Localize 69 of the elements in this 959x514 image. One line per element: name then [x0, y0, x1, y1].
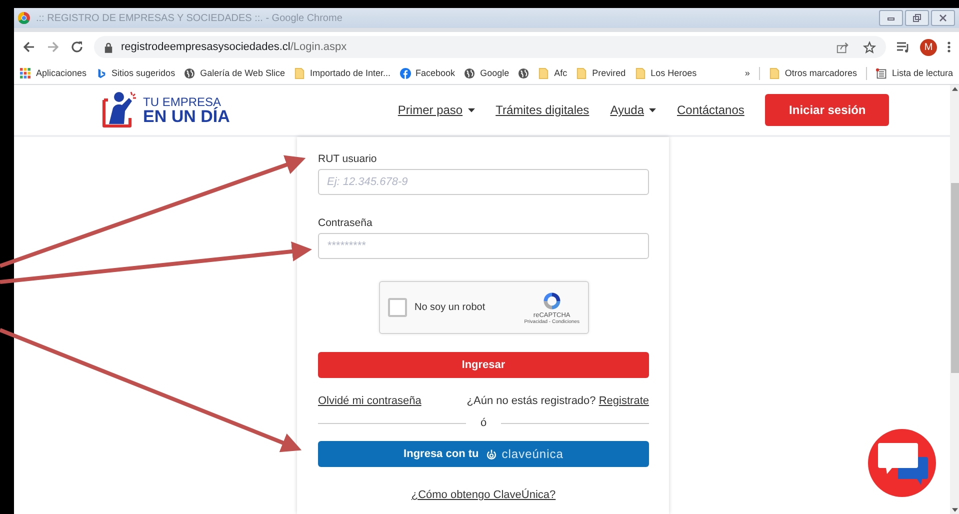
share-icon[interactable]: [836, 40, 849, 54]
bookmark-item[interactable]: Afc: [538, 68, 568, 78]
bing-logo-icon: [96, 68, 107, 78]
reading-list-button[interactable]: Lista de lectura: [876, 68, 953, 78]
captcha-label: No soy un robot: [414, 302, 486, 313]
menu-icon[interactable]: [947, 40, 951, 54]
browser-logo-icon: [18, 12, 30, 24]
forgot-password-link[interactable]: Olvidé mi contraseña: [318, 395, 422, 407]
register-prompt: ¿Aún no estás registrado?: [466, 395, 596, 407]
bookmark-item[interactable]: Aplicaciones: [20, 68, 87, 78]
playlist-icon[interactable]: [896, 40, 910, 54]
globe-icon: [518, 68, 530, 78]
submit-button[interactable]: Ingresar: [318, 352, 649, 378]
nav-link[interactable]: Ayuda: [610, 103, 656, 117]
profile-avatar[interactable]: M: [920, 38, 937, 56]
folder-icon: [576, 68, 588, 78]
bookmark-item[interactable]: Facebook: [400, 68, 456, 78]
apps-grid-icon: [20, 68, 31, 78]
url-text: registrodeempresasysociedades.cl/Login.aspx: [121, 41, 347, 53]
logo-text: TU EMPRESA: [143, 96, 222, 108]
scrollbar[interactable]: [950, 85, 959, 514]
close-icon: [938, 13, 948, 23]
password-input-field[interactable]: *********: [318, 233, 649, 259]
bookmark-item[interactable]: Previred: [576, 68, 626, 78]
window-title: .:: REGISTRO DE EMPRESAS Y SOCIEDADES ::. - Google Chrome: [36, 12, 342, 24]
caret-icon: [468, 108, 475, 112]
more-bookmarks-button[interactable]: »: [744, 68, 750, 78]
caret-icon: [649, 108, 656, 112]
minimize-button[interactable]: [879, 10, 903, 26]
register-link[interactable]: Registrate: [598, 395, 649, 407]
folder-icon: [634, 68, 646, 78]
power-icon: [486, 448, 497, 460]
bookmark-item[interactable]: Los Heroes: [634, 68, 697, 78]
claveunica-help-link[interactable]: ¿Cómo obtengo ClaveÚnica?: [411, 489, 556, 501]
reload-icon[interactable]: [70, 40, 84, 54]
nav-link[interactable]: Primer paso: [398, 103, 475, 117]
globe-icon: [184, 68, 196, 78]
bookmark-item[interactable]: Google: [464, 68, 510, 78]
login-button[interactable]: Iniciar sesión: [765, 94, 890, 126]
rut-input-field[interactable]: Ej: 12.345.678-9: [318, 169, 649, 195]
globe-icon: [464, 68, 476, 78]
field-label: Contraseña: [318, 217, 374, 229]
folder-icon: [768, 68, 780, 78]
nav-link[interactable]: Trámites digitales: [496, 103, 590, 117]
address-bar[interactable]: registrodeempresasysociedades.cl/Login.aspx: [94, 36, 886, 58]
claveunica-button[interactable]: Ingresa con tu claveúnica: [318, 441, 649, 467]
captcha-checkbox[interactable]: [388, 298, 406, 317]
nav-link[interactable]: Contáctanos: [677, 103, 744, 117]
bookmark-item[interactable]: Sitios sugeridos: [96, 68, 176, 78]
facebook-logo-icon: [400, 68, 411, 78]
star-icon[interactable]: [863, 40, 876, 54]
folder-icon: [294, 68, 305, 78]
back-icon[interactable]: [22, 40, 36, 54]
restore-button[interactable]: [905, 10, 929, 26]
reading-list-icon: [876, 68, 887, 78]
close-button[interactable]: [931, 10, 955, 26]
folder-icon: [538, 68, 550, 78]
field-label: RUT usuario: [318, 153, 378, 165]
scroll-up-icon[interactable]: [952, 87, 958, 91]
logo-text: EN UN DÍA: [143, 108, 230, 124]
bookmark-item[interactable]: [518, 68, 530, 78]
divider-text: ó: [480, 417, 487, 429]
lock-icon: [104, 42, 113, 52]
bookmark-item[interactable]: Importado de Inter...: [294, 68, 391, 78]
bookmark-item[interactable]: Otros marcadores: [768, 68, 857, 78]
restore-icon: [912, 13, 922, 23]
scroll-down-icon[interactable]: [952, 508, 958, 512]
bookmark-item[interactable]: Galería de Web Slice: [184, 68, 285, 78]
chat-bubbles-icon[interactable]: [868, 429, 936, 497]
